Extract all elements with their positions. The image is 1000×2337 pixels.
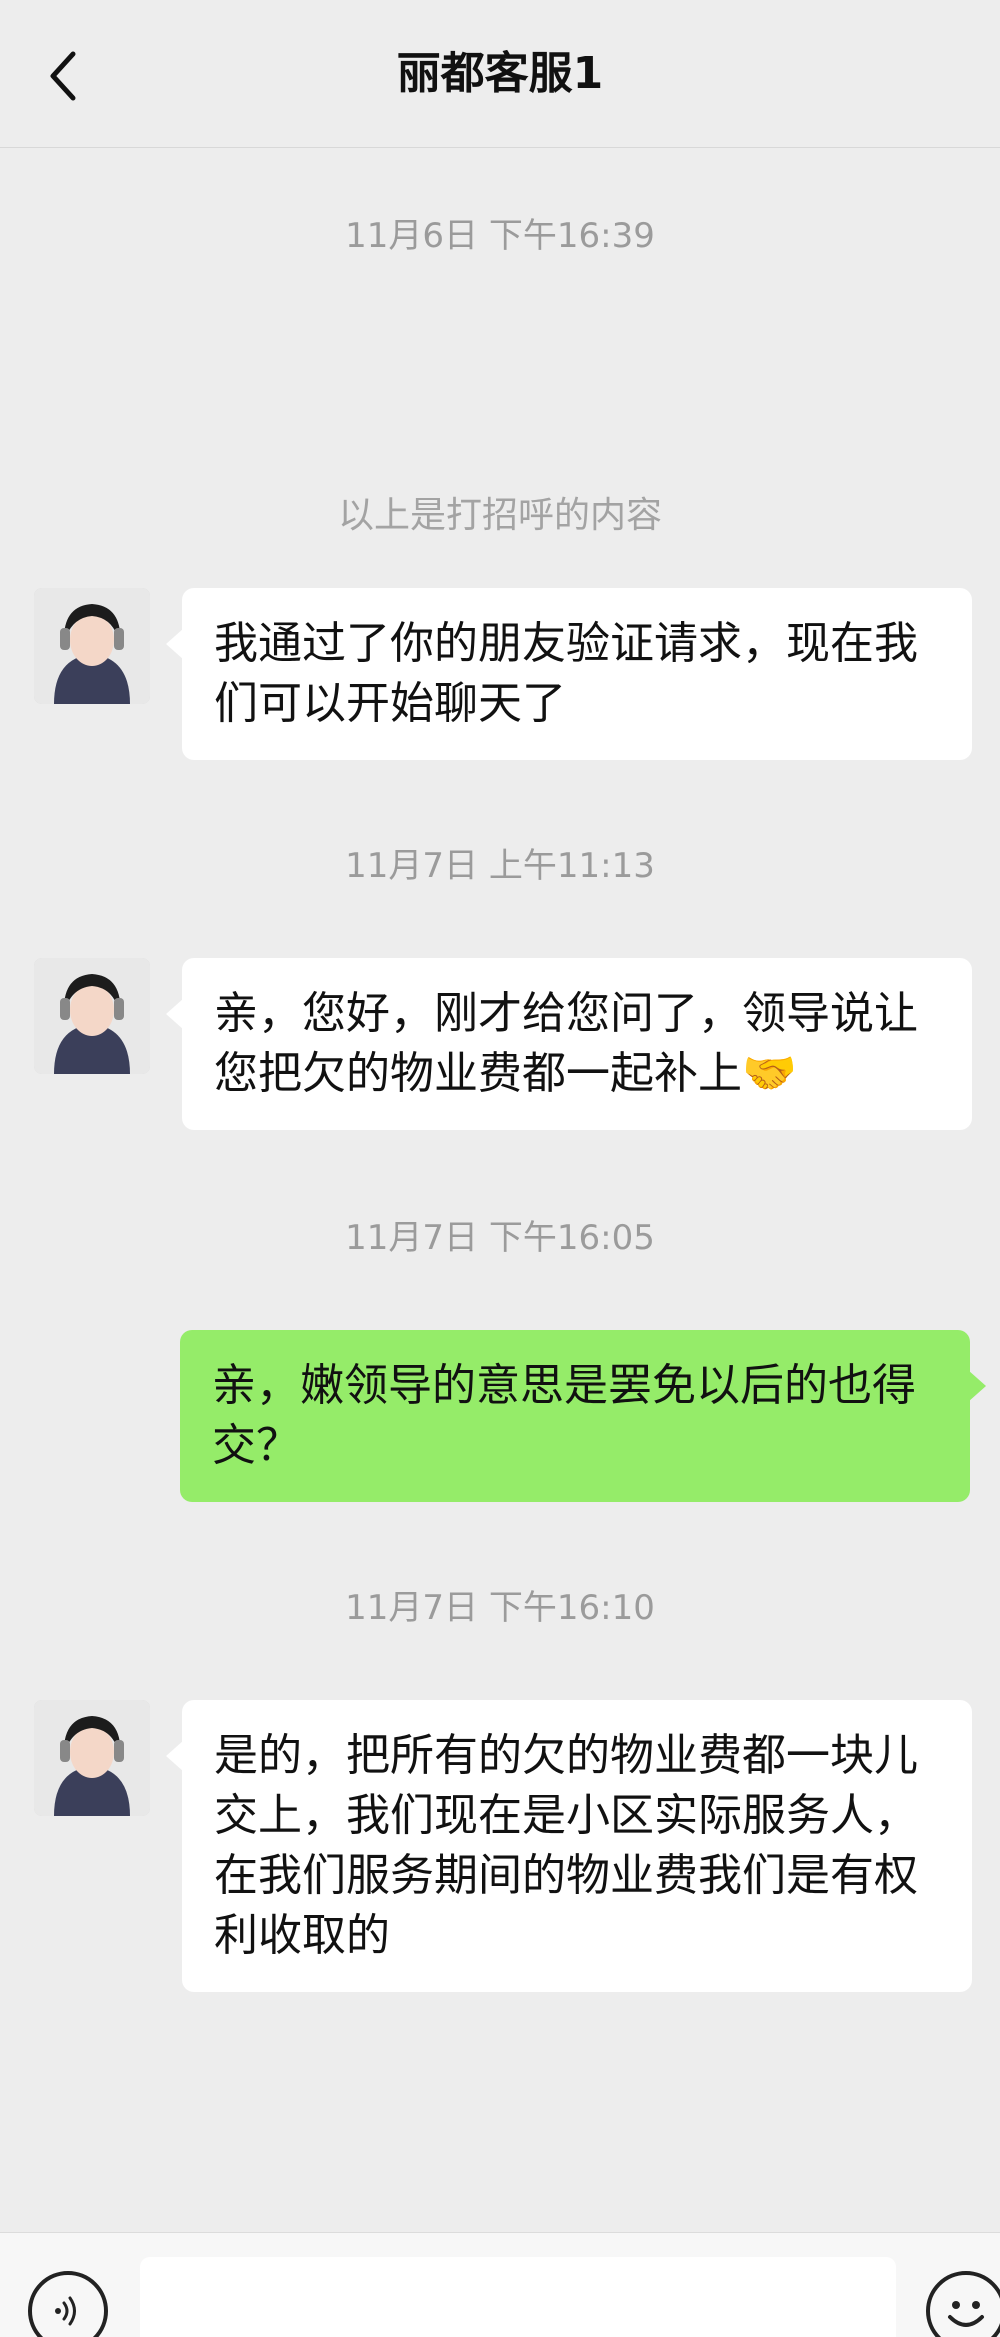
sent-message[interactable]: 亲，嫩领导的意思是罢免以后的也得交？ xyxy=(180,1330,986,1502)
timestamp: 11月7日 下午16:05 xyxy=(345,1218,655,1258)
chat-title: 丽都客服1 xyxy=(396,48,604,99)
received-message[interactable]: 是的，把所有的欠的物业费都一块儿交上，我们现在是小区实际服务人，在我们服务期间的… xyxy=(166,1700,972,1992)
contact-avatar[interactable] xyxy=(34,588,150,704)
voice-icon xyxy=(55,2296,76,2326)
emoji-icon xyxy=(948,2301,984,2327)
input-bar xyxy=(0,2232,1000,2337)
emoji-button[interactable] xyxy=(926,2271,1000,2337)
chat-screen: 丽都客服1 11月6日 下午16:39 以上是打招呼的内容 我通过了你的朋友验证… xyxy=(0,0,1000,2337)
timestamp: 11月7日 下午16:10 xyxy=(345,1588,655,1628)
received-message[interactable]: 亲，您好，刚才给您问了，领导说让您把欠的物业费都一起补上🤝 xyxy=(166,958,972,1130)
contact-avatar[interactable] xyxy=(34,958,150,1074)
timestamp: 11月6日 下午16:39 xyxy=(345,216,655,256)
avatar-image xyxy=(34,1700,150,1816)
avatar-image xyxy=(34,588,150,704)
received-message[interactable]: 我通过了你的朋友验证请求，现在我们可以开始聊天了 xyxy=(166,588,972,760)
avatar-image xyxy=(34,958,150,1074)
system-notice: 以上是打招呼的内容 xyxy=(337,495,662,536)
message-input[interactable] xyxy=(140,2257,896,2337)
contact-avatar[interactable] xyxy=(34,1700,150,1816)
chat-header: 丽都客服1 xyxy=(0,0,1000,148)
timestamp: 11月7日 上午11:13 xyxy=(345,846,655,886)
voice-button[interactable] xyxy=(28,2271,108,2337)
